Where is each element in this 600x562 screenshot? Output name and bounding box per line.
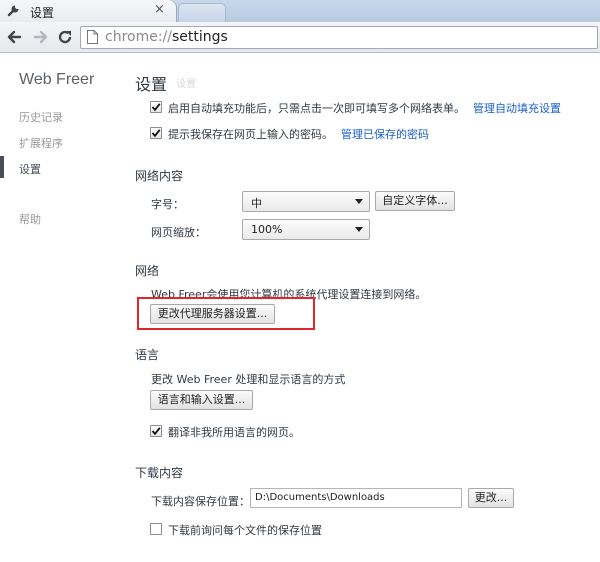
- page-zoom-select[interactable]: 100%: [242, 219, 370, 240]
- page-title: 设置: [135, 77, 168, 94]
- web-content-title: 网络内容: [135, 169, 184, 183]
- save-password-row: 提示我保存在网页上输入的密码。 管理已保存的密码: [168, 126, 429, 142]
- toolbar: chrome://settings: [0, 22, 600, 53]
- language-title: 语言: [135, 348, 160, 362]
- save-password-label: 提示我保存在网页上输入的密码。: [168, 128, 333, 141]
- autofill-label: 启用自动填充功能后，只需点击一次即可填写多个网络表单。: [168, 102, 465, 115]
- sidebar: Web Freer 历史记录 扩展程序 设置 帮助: [0, 53, 118, 562]
- tab-title: 设置: [30, 6, 55, 20]
- reload-icon[interactable]: [56, 28, 74, 46]
- sidebar-selected-marker: [0, 156, 4, 178]
- font-size-value: 中: [251, 197, 262, 210]
- sidebar-title: Web Freer: [19, 71, 95, 88]
- zoom-label: 网页缩放：: [151, 226, 206, 239]
- tab-strip: 设置 ×: [0, 0, 600, 23]
- change-download-location-button[interactable]: 更改...: [468, 488, 514, 508]
- wrench-icon: [7, 3, 21, 17]
- manage-autofill-link[interactable]: 管理自动填充设置: [473, 102, 561, 115]
- close-icon[interactable]: ×: [154, 3, 165, 17]
- url-text: chrome://settings: [105, 29, 228, 45]
- download-location-label: 下载内容保存位置：: [151, 495, 250, 508]
- font-size-label: 字号：: [151, 198, 184, 211]
- downloads-title: 下载内容: [135, 466, 184, 480]
- sidebar-item-history[interactable]: 历史记录: [19, 109, 63, 125]
- page-zoom-value: 100%: [251, 223, 283, 236]
- dropdown-arrow-icon: [355, 227, 363, 232]
- translate-label: 翻译非我所用语言的网页。: [168, 426, 300, 439]
- change-proxy-button[interactable]: 更改代理服务器设置...: [150, 304, 275, 324]
- sidebar-item-extensions[interactable]: 扩展程序: [19, 135, 63, 151]
- save-password-checkbox[interactable]: [150, 127, 162, 139]
- sidebar-item-help[interactable]: 帮助: [19, 211, 41, 227]
- download-location-field[interactable]: D:\Documents\Downloads: [250, 488, 462, 508]
- sidebar-item-settings[interactable]: 设置: [19, 161, 41, 177]
- address-bar[interactable]: chrome://settings: [80, 26, 598, 49]
- autofill-checkbox[interactable]: [150, 101, 162, 113]
- network-title: 网络: [135, 264, 160, 278]
- page-icon: [87, 30, 98, 44]
- manage-passwords-link[interactable]: 管理已保存的密码: [341, 128, 429, 141]
- ghost-title: 设置: [176, 79, 196, 90]
- new-tab-button[interactable]: [178, 3, 226, 23]
- tab-settings[interactable]: 设置 ×: [0, 0, 176, 22]
- forward-arrow-icon[interactable]: [31, 28, 49, 46]
- back-arrow-icon[interactable]: [6, 28, 24, 46]
- ask-save-location-label: 下载前询问每个文件的保存位置: [168, 524, 322, 537]
- dropdown-arrow-icon: [355, 199, 363, 204]
- language-description: 更改 Web Freer 处理和显示语言的方式: [151, 373, 346, 386]
- ask-save-location-checkbox[interactable]: [150, 523, 162, 535]
- autofill-row: 启用自动填充功能后，只需点击一次即可填写多个网络表单。 管理自动填充设置: [168, 100, 561, 116]
- language-settings-button[interactable]: 语言和输入设置...: [150, 390, 253, 410]
- font-size-select[interactable]: 中: [242, 191, 370, 212]
- translate-checkbox[interactable]: [150, 425, 162, 437]
- custom-fonts-button[interactable]: 自定义字体...: [375, 191, 455, 211]
